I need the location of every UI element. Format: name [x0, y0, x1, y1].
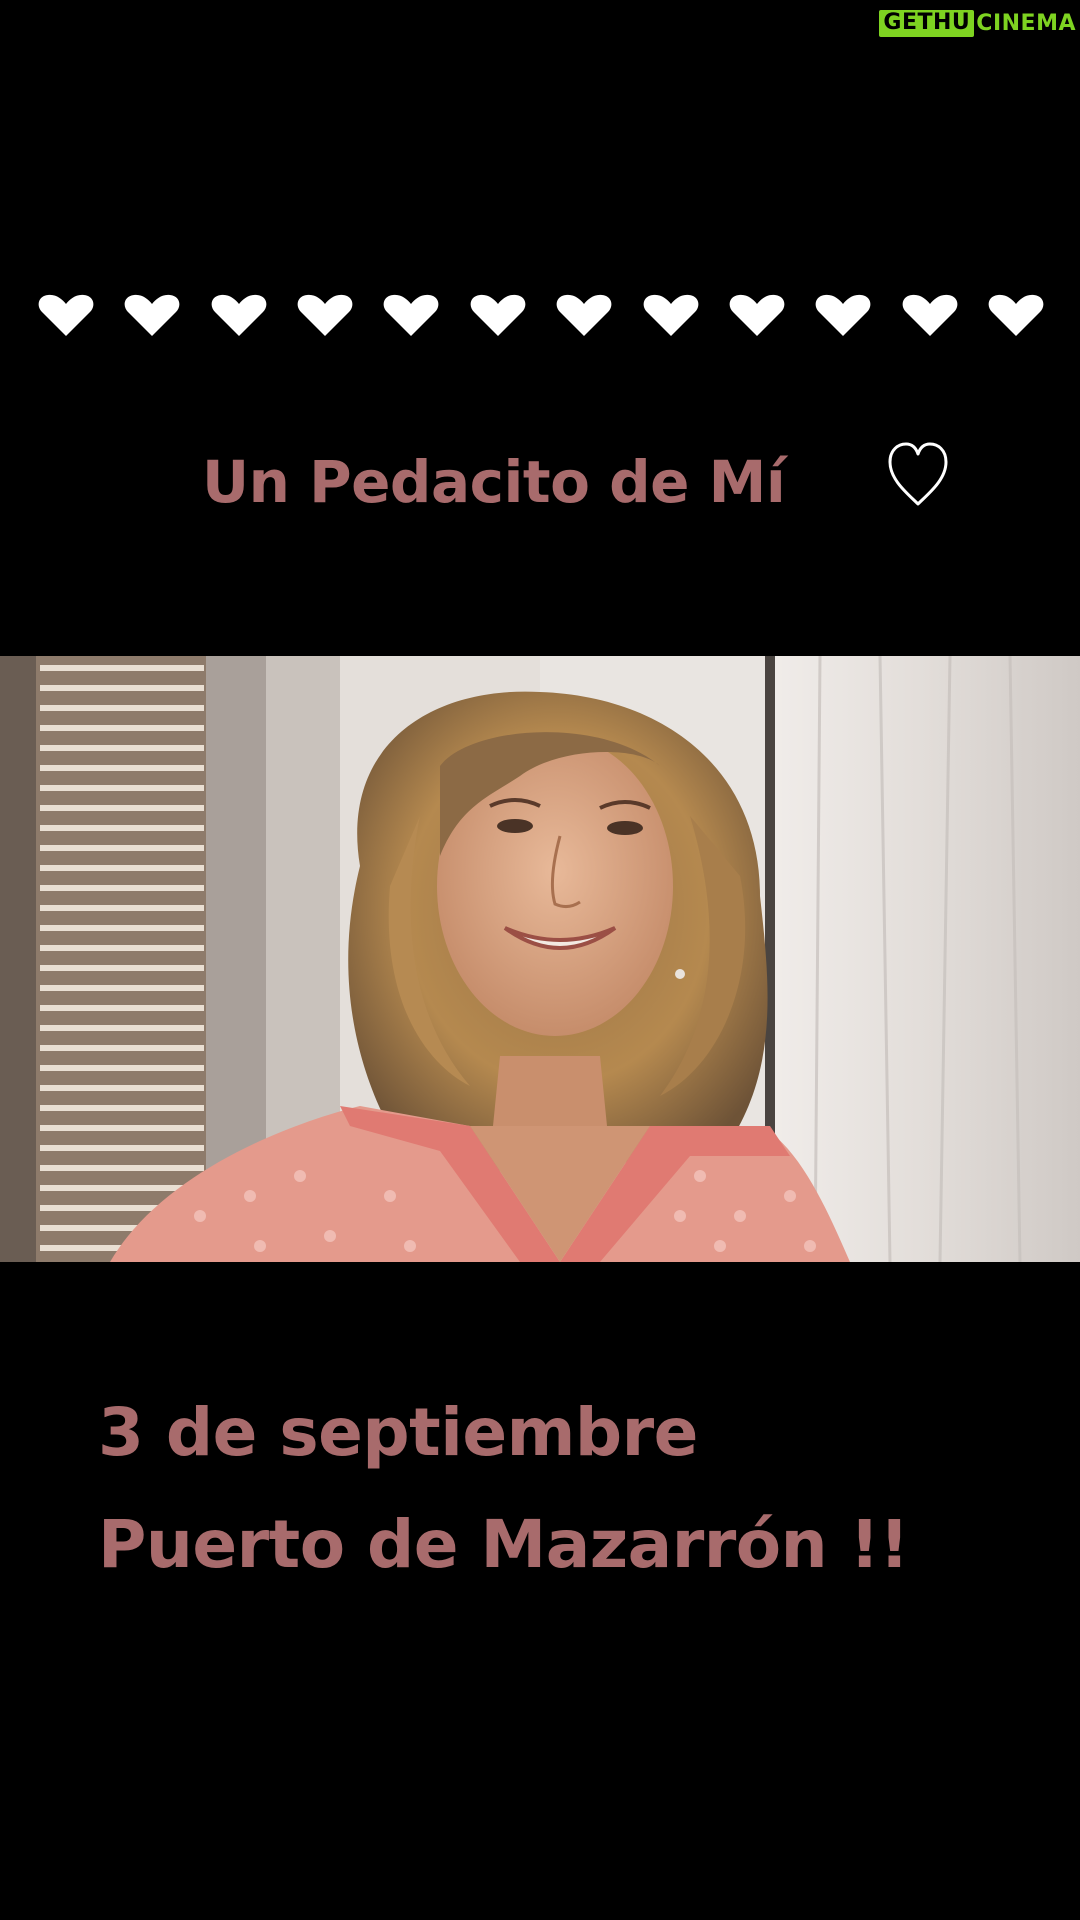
woman-portrait-illustration [0, 656, 1080, 1262]
watermark-left: GETHU [879, 10, 975, 37]
event-date: 3 de septiembre [98, 1394, 698, 1471]
hearts-row [36, 292, 1046, 338]
white-heart-icon [556, 294, 612, 336]
outline-heart-icon [888, 442, 948, 506]
story-frame: GETHU CINEMA Un Pedacito de Mí 3 de sept… [0, 0, 1080, 1920]
white-heart-icon [470, 294, 526, 336]
watermark-logo: GETHU CINEMA [879, 10, 1076, 37]
white-heart-icon [729, 294, 785, 336]
white-heart-icon [988, 294, 1044, 336]
event-place: Puerto de Mazarrón !! [98, 1506, 909, 1583]
white-heart-icon [902, 294, 957, 336]
watermark-right: CINEMA [976, 10, 1076, 36]
white-heart-icon [211, 294, 267, 336]
story-title: Un Pedacito de Mí [202, 448, 786, 516]
white-heart-icon [297, 294, 353, 336]
white-heart-icon [124, 294, 180, 336]
white-heart-icon [384, 294, 439, 336]
white-heart-icon [643, 294, 698, 336]
video-frame-photo [0, 656, 1080, 1262]
white-heart-icon [38, 294, 94, 336]
white-heart-icon [815, 294, 871, 336]
